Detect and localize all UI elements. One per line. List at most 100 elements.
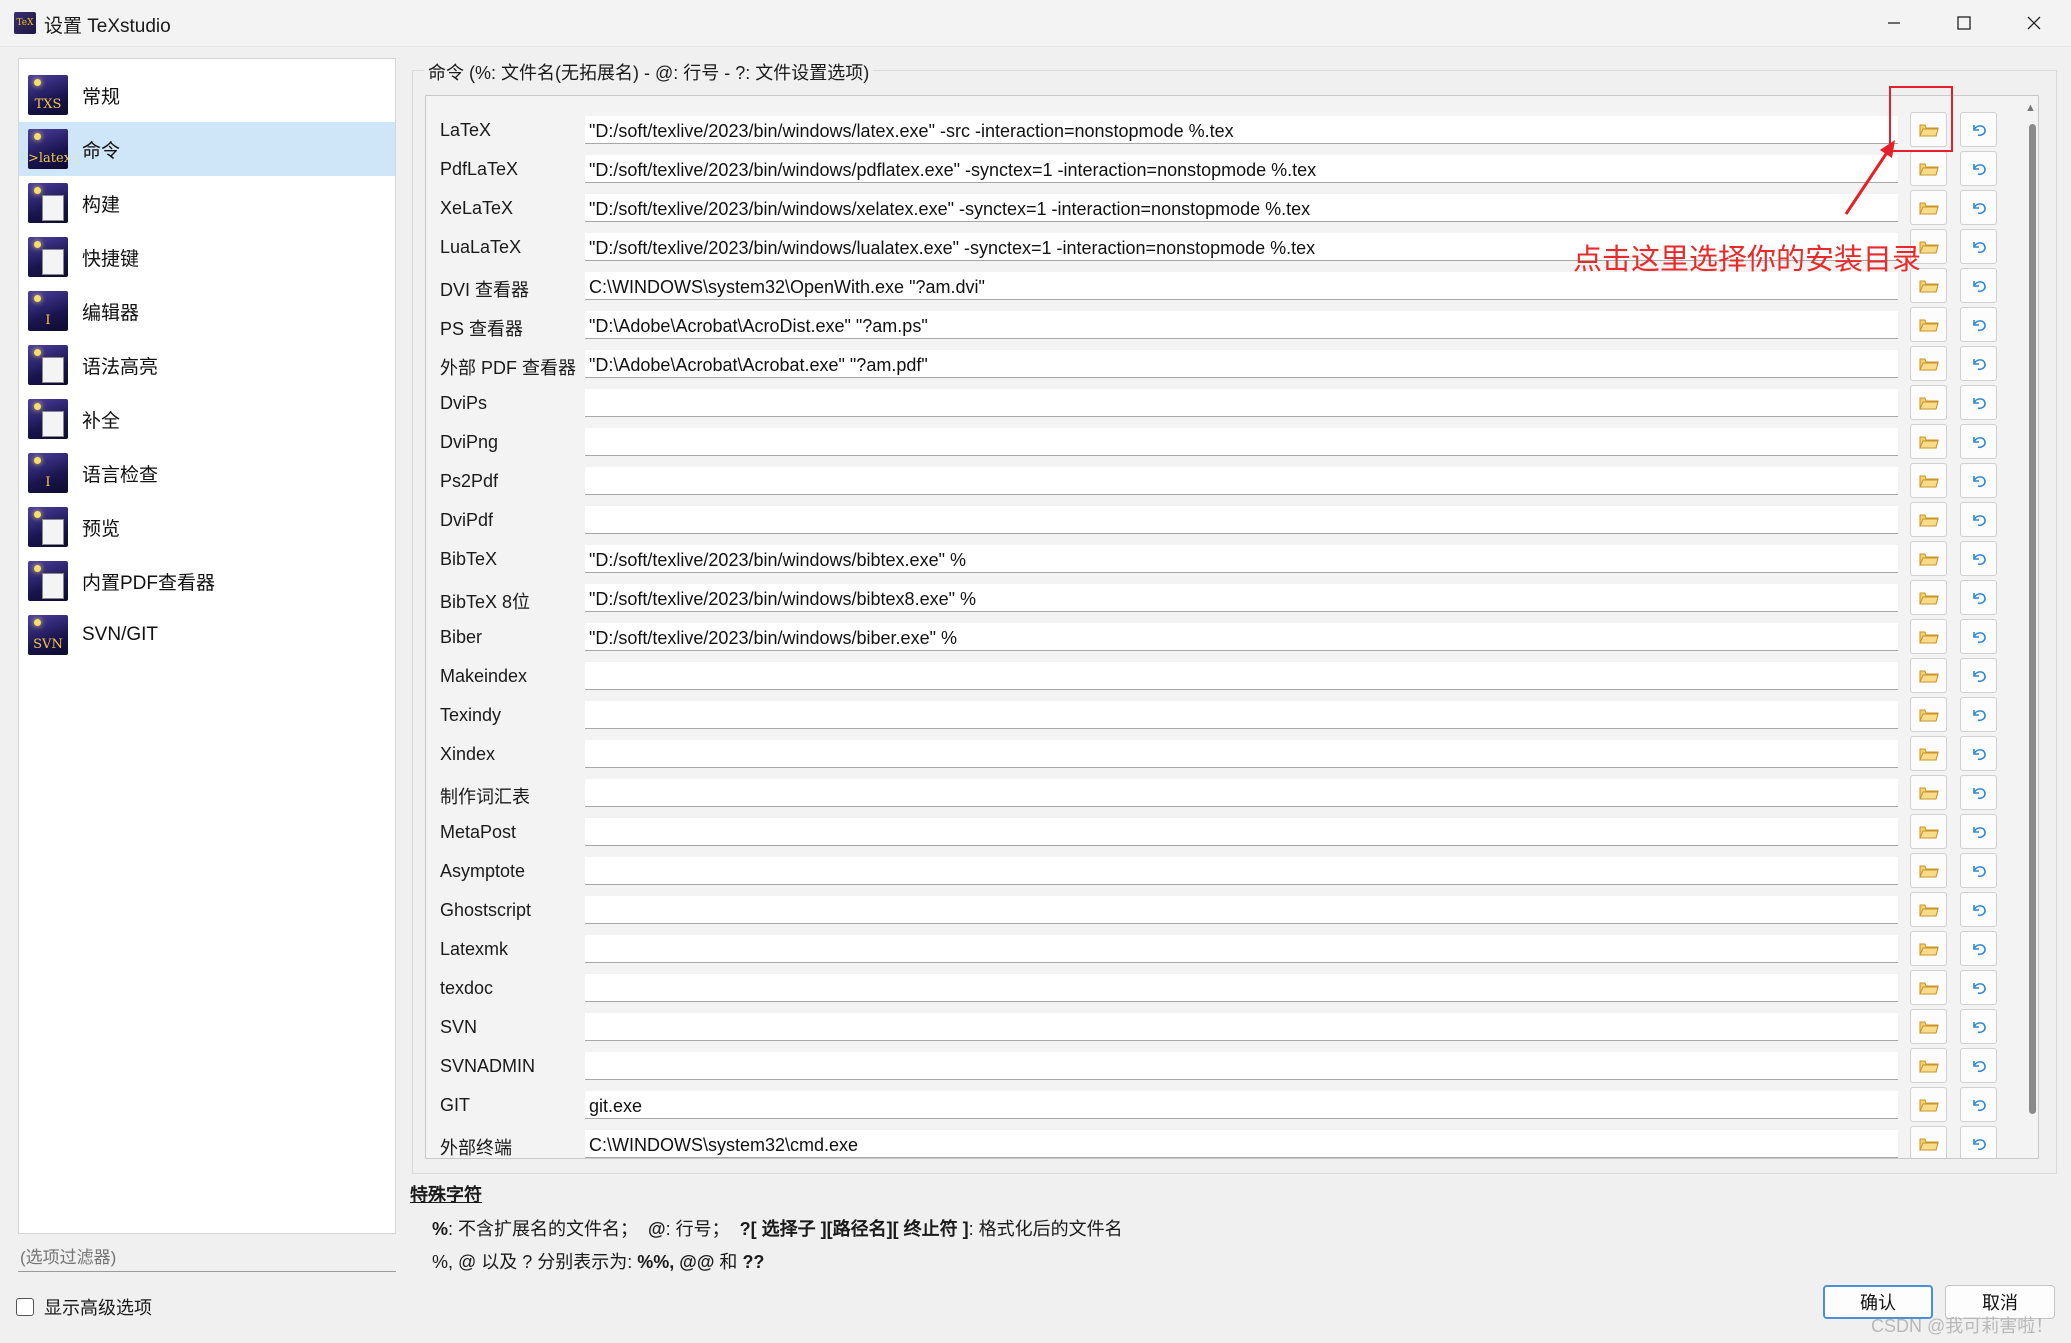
browse-folder-button[interactable] [1910,502,1947,537]
browse-folder-button[interactable] [1910,346,1947,381]
reset-default-button[interactable] [1960,541,1997,576]
browse-folder-button[interactable] [1910,151,1947,186]
sidebar-item-2[interactable]: >latex 命令 [19,122,395,176]
sidebar-item-8[interactable]: I 语言检查 [19,446,395,500]
command-path-input[interactable] [585,1091,1898,1119]
command-path-input[interactable] [585,623,1898,651]
browse-folder-button[interactable] [1910,853,1947,888]
command-path-input[interactable] [585,311,1898,339]
sidebar-item-3[interactable]: 构建 [19,176,395,230]
command-path-input[interactable] [585,740,1898,768]
browse-folder-button[interactable] [1910,1009,1947,1044]
reset-default-button[interactable] [1960,1087,1997,1122]
browse-folder-button[interactable] [1910,307,1947,342]
command-path-input[interactable] [585,428,1898,456]
reset-default-button[interactable] [1960,190,1997,225]
reset-default-button[interactable] [1960,580,1997,615]
browse-folder-button[interactable] [1910,931,1947,966]
browse-folder-button[interactable] [1910,970,1947,1005]
command-path-input[interactable] [585,1130,1898,1158]
browse-folder-button[interactable] [1910,775,1947,810]
reset-default-button[interactable] [1960,346,1997,381]
browse-folder-button[interactable] [1910,541,1947,576]
browse-folder-button[interactable] [1910,580,1947,615]
reset-default-button[interactable] [1960,151,1997,186]
sidebar-item-10[interactable]: 内置PDF查看器 [19,554,395,608]
sidebar-item-4[interactable]: 快捷键 [19,230,395,284]
undo-arrow-icon [1972,904,1986,916]
reset-default-button[interactable] [1960,619,1997,654]
browse-folder-button[interactable] [1910,190,1947,225]
command-path-input[interactable] [585,155,1898,183]
reset-default-button[interactable] [1960,814,1997,849]
browse-folder-button[interactable] [1910,814,1947,849]
browse-folder-button[interactable] [1910,658,1947,693]
command-path-input[interactable] [585,818,1898,846]
reset-default-button[interactable] [1960,307,1997,342]
command-path-input[interactable] [585,545,1898,573]
reset-default-button[interactable] [1960,931,1997,966]
reset-default-button[interactable] [1960,853,1997,888]
reset-default-button[interactable] [1960,502,1997,537]
command-path-input[interactable] [585,1052,1898,1080]
command-path-input[interactable] [585,584,1898,612]
reset-default-button[interactable] [1960,1048,1997,1083]
command-path-input[interactable] [585,974,1898,1002]
browse-folder-button[interactable] [1910,385,1947,420]
scrollbar-thumb[interactable] [2029,124,2036,1114]
command-path-input[interactable] [585,194,1898,222]
sidebar-item-1[interactable]: TXS 常规 [19,68,395,122]
reset-default-button[interactable] [1960,268,1997,303]
question-syntax: ?[ 选择子 ][路径名][ 终止符 ] [739,1219,969,1239]
command-path-input[interactable] [585,350,1898,378]
vertical-scrollbar[interactable]: ▲ [2023,96,2038,1158]
sidebar-item-5[interactable]: I 编辑器 [19,284,395,338]
browse-folder-button[interactable] [1910,736,1947,771]
advanced-checkbox[interactable] [16,1298,34,1316]
command-path-input[interactable] [585,857,1898,885]
command-path-input[interactable] [585,896,1898,924]
command-path-input[interactable] [585,935,1898,963]
reset-default-button[interactable] [1960,736,1997,771]
show-advanced-option[interactable]: 显示高级选项 [16,1294,152,1320]
command-path-input[interactable] [585,1013,1898,1041]
minimize-button[interactable] [1859,0,1929,46]
browse-folder-button[interactable] [1910,1087,1947,1122]
reset-default-button[interactable] [1960,775,1997,810]
command-path-input[interactable] [585,389,1898,417]
command-row: 外部 PDF 查看器 [426,344,2022,383]
maximize-button[interactable] [1929,0,1999,46]
browse-folder-button[interactable] [1910,424,1947,459]
command-path-input[interactable] [585,467,1898,495]
command-path-input[interactable] [585,116,1898,144]
browse-folder-button[interactable] [1910,892,1947,927]
command-label: DviPdf [440,510,494,530]
reset-default-button[interactable] [1960,424,1997,459]
reset-default-button[interactable] [1960,1009,1997,1044]
reset-default-button[interactable] [1960,658,1997,693]
sidebar-item-7[interactable]: 补全 [19,392,395,446]
reset-default-button[interactable] [1960,112,1997,147]
reset-default-button[interactable] [1960,697,1997,732]
reset-default-button[interactable] [1960,463,1997,498]
command-path-input[interactable] [585,701,1898,729]
browse-folder-button[interactable] [1910,1048,1947,1083]
scroll-up-icon[interactable]: ▲ [2025,102,2036,114]
reset-default-button[interactable] [1960,892,1997,927]
reset-default-button[interactable] [1960,1126,1997,1158]
sidebar-item-9[interactable]: 预览 [19,500,395,554]
reset-default-button[interactable] [1960,385,1997,420]
command-path-input[interactable] [585,506,1898,534]
sidebar-item-6[interactable]: 语法高亮 [19,338,395,392]
browse-folder-button[interactable] [1910,1126,1947,1158]
reset-default-button[interactable] [1960,970,1997,1005]
close-button[interactable] [1999,0,2069,46]
browse-folder-button[interactable] [1910,697,1947,732]
browse-folder-button[interactable] [1910,619,1947,654]
option-filter-input[interactable] [18,1244,396,1272]
browse-folder-button[interactable] [1910,463,1947,498]
command-path-input[interactable] [585,779,1898,807]
reset-default-button[interactable] [1960,229,1997,264]
sidebar-item-11[interactable]: SVN SVN/GIT [19,608,395,662]
command-path-input[interactable] [585,662,1898,690]
